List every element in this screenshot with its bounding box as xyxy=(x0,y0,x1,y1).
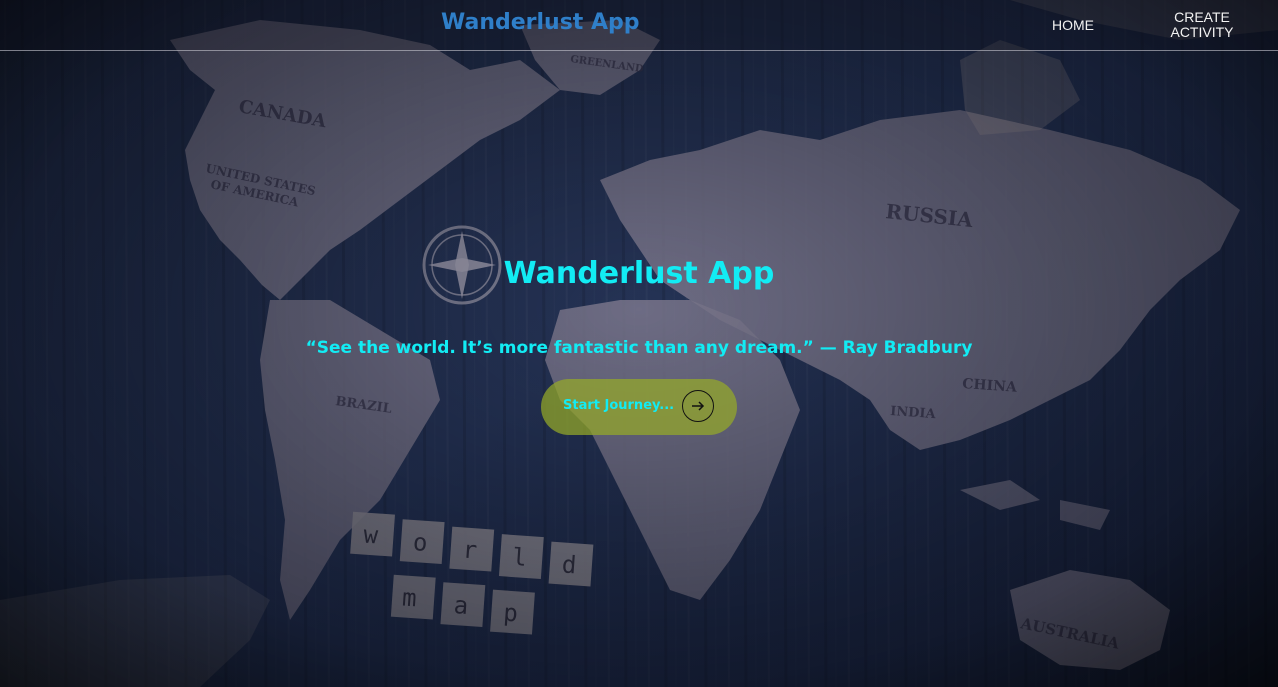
nav-link-home[interactable]: HOME xyxy=(1052,17,1094,33)
hero-quote: “See the world. It’s more fantastic than… xyxy=(305,338,973,358)
nav-link-create-activity-line1: CREATE xyxy=(1174,9,1230,25)
svg-text:p: p xyxy=(502,598,518,627)
svg-text:d: d xyxy=(561,550,577,579)
nav-link-create-activity-line2: ACTIVITY xyxy=(1170,24,1234,40)
svg-text:o: o xyxy=(412,528,428,557)
start-journey-button[interactable]: Start Journey... xyxy=(541,379,737,435)
svg-text:l: l xyxy=(511,543,527,572)
hero-title: Wanderlust App xyxy=(503,256,775,291)
svg-text:a: a xyxy=(453,591,469,620)
nav-link-create-activity[interactable]: CREATE ACTIVITY xyxy=(1166,10,1238,40)
top-navbar: Wanderlust App HOME CREATE ACTIVITY xyxy=(0,0,1278,51)
arrow-right-icon xyxy=(682,390,714,422)
brand-logo[interactable]: Wanderlust App xyxy=(441,10,640,35)
page: CANADA UNITED STATES OF AMERICA GREENLAN… xyxy=(0,0,1278,687)
svg-text:m: m xyxy=(401,583,417,612)
svg-text:r: r xyxy=(462,536,478,565)
svg-text:w: w xyxy=(363,521,380,550)
start-journey-label: Start Journey... xyxy=(563,398,675,413)
